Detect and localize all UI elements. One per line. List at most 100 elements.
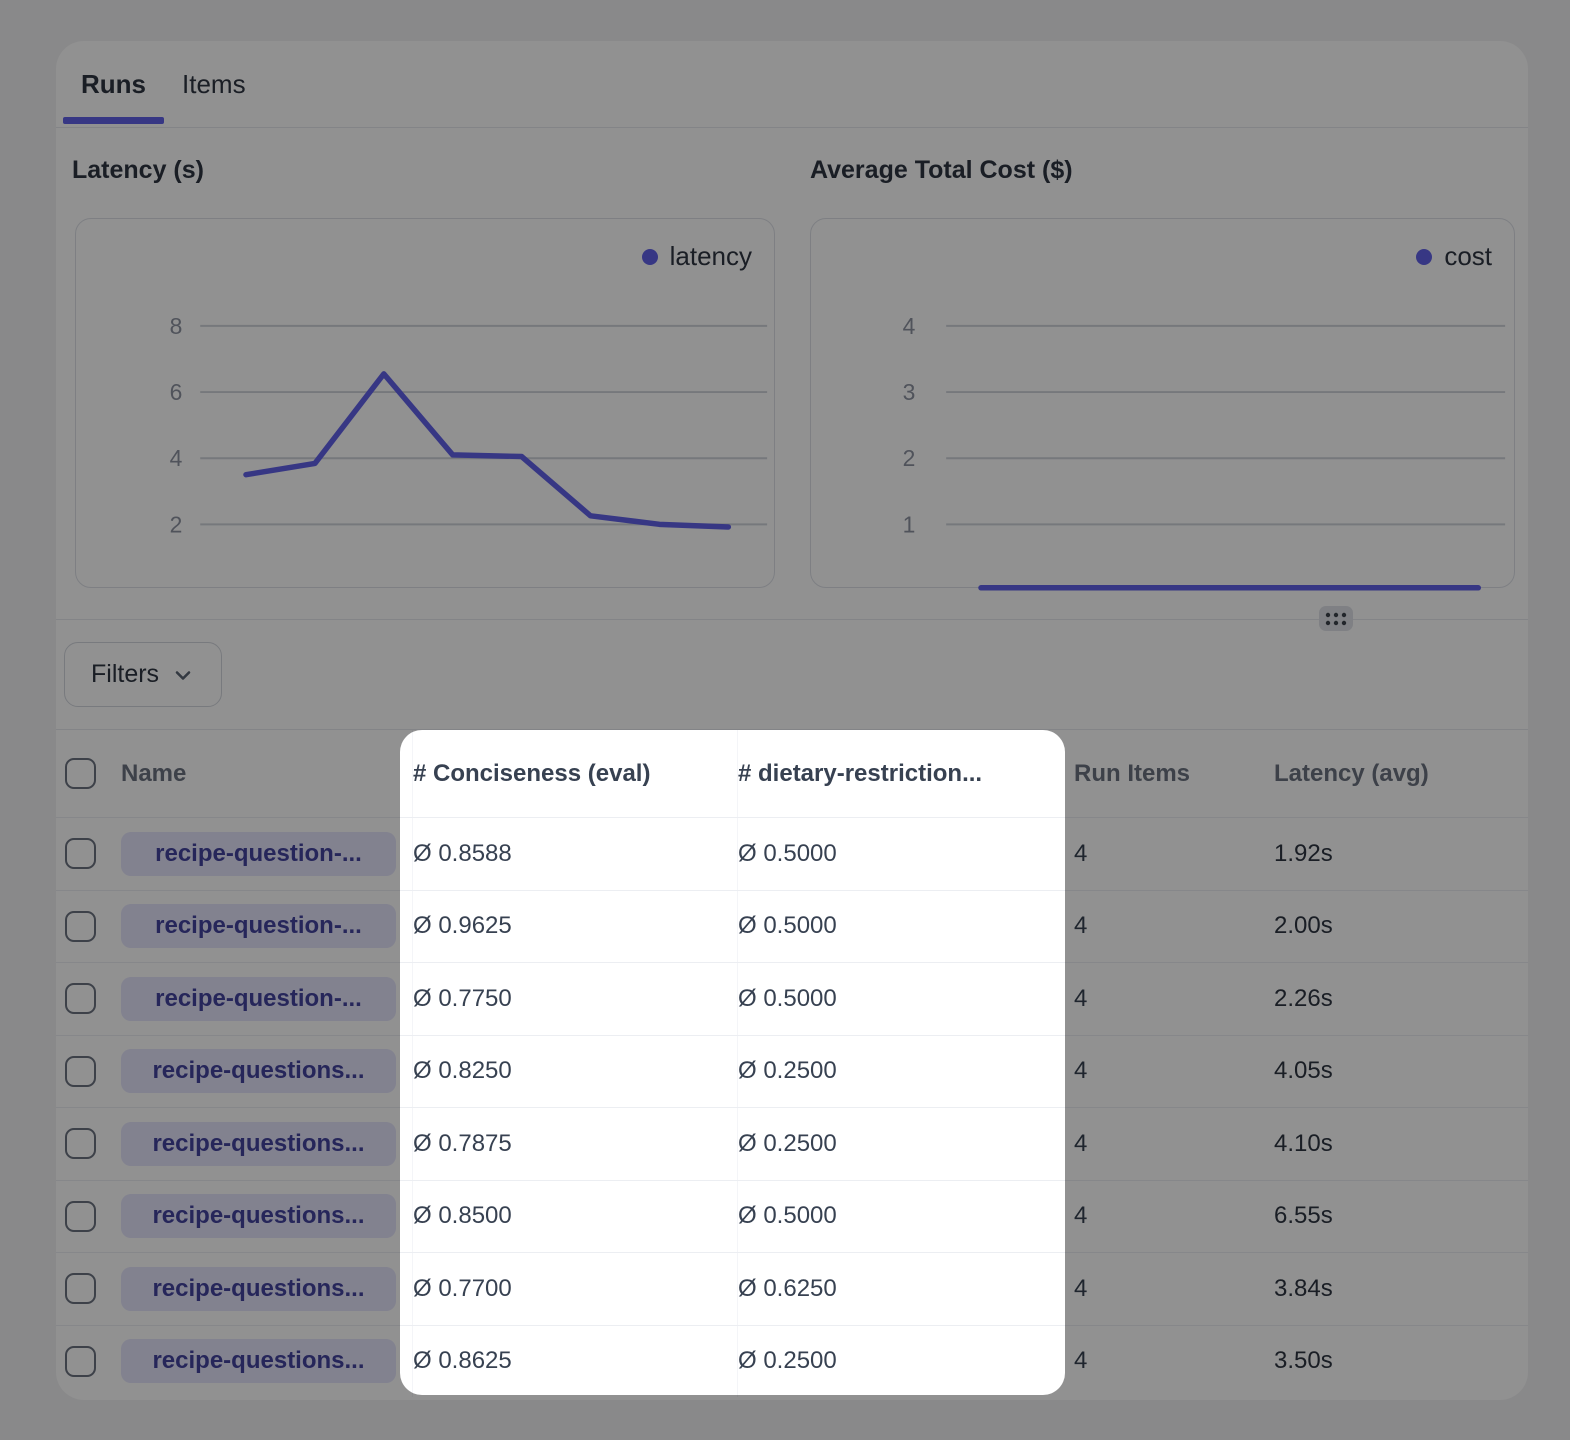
latency-avg-value: 4.05s <box>1274 1036 1528 1108</box>
table-row: recipe-questions...Ø 0.7875Ø 0.250044.10… <box>56 1107 1528 1180</box>
latency-avg-value: 1.92s <box>1274 818 1528 890</box>
tab-runs[interactable]: Runs <box>63 41 164 127</box>
table-row: recipe-questions...Ø 0.7700Ø 0.625043.84… <box>56 1252 1528 1325</box>
row-checkbox-cell <box>56 1036 121 1108</box>
table-row: recipe-questions... Ø 0.8625Ø 0.250043.50… <box>56 1325 1528 1398</box>
tab-items[interactable]: Items <box>164 41 264 127</box>
dietary-restriction-score-value: Ø 0.5000 <box>737 891 1074 963</box>
latency-line-chart: 8642 <box>76 219 774 587</box>
run-name-badge[interactable]: recipe-questions... <box>121 1194 396 1238</box>
svg-text:3: 3 <box>903 379 916 405</box>
row-checkbox[interactable] <box>65 1273 96 1304</box>
conciseness-score-value: Ø 0.7750 <box>412 963 737 1035</box>
latency-avg-value: 3.84s <box>1274 1253 1528 1325</box>
svg-text:1: 1 <box>903 511 916 537</box>
run-name-badge[interactable]: recipe-question-... <box>121 904 396 948</box>
svg-text:6: 6 <box>170 379 183 405</box>
chevron-down-icon <box>171 663 195 687</box>
table-body: recipe-question-...Ø 0.8588Ø 0.500041.92… <box>56 817 1528 1397</box>
row-checkbox[interactable] <box>65 1201 96 1232</box>
run-items-count: 4 <box>1074 1036 1274 1108</box>
dietary-restriction-score-value: Ø 0.5000 <box>737 1181 1074 1253</box>
table-header-row: Name # Conciseness (eval) # dietary-rest… <box>56 730 1528 817</box>
run-name-badge[interactable]: recipe-questions... <box>121 1049 396 1093</box>
tab-runs-label: Runs <box>81 69 146 100</box>
row-checkbox-cell <box>56 891 121 963</box>
row-checkbox-cell <box>56 1326 121 1398</box>
row-checkbox[interactable] <box>65 1128 96 1159</box>
row-checkbox-cell <box>56 818 121 890</box>
conciseness-score-value: Ø 0.8250 <box>412 1036 737 1108</box>
row-checkbox-cell <box>56 1181 121 1253</box>
run-items-count: 4 <box>1074 1326 1274 1398</box>
cost-legend-label: cost <box>1444 241 1492 272</box>
row-checkbox[interactable] <box>65 838 96 869</box>
runs-table: Name # Conciseness (eval) # dietary-rest… <box>56 730 1528 1397</box>
cost-chart-panel: 4 3 2 1 cost <box>810 218 1515 588</box>
run-items-count: 4 <box>1074 1253 1274 1325</box>
run-name-cell: recipe-questions... <box>121 1326 412 1398</box>
conciseness-score-value: Ø 0.8625 <box>412 1326 737 1398</box>
table-row: recipe-questions... Ø 0.8250Ø 0.250044.05… <box>56 1035 1528 1108</box>
tab-items-label: Items <box>182 69 246 100</box>
dietary-restriction-score-value: Ø 0.2500 <box>737 1036 1074 1108</box>
row-checkbox-cell <box>56 963 121 1035</box>
svg-text:2: 2 <box>903 445 916 471</box>
run-name-badge[interactable]: recipe-questions... <box>121 1339 396 1383</box>
conciseness-score-value: Ø 0.9625 <box>412 891 737 963</box>
row-checkbox[interactable] <box>65 911 96 942</box>
run-name-badge[interactable]: recipe-questions... <box>121 1267 396 1311</box>
dietary-restriction-score-value: Ø 0.5000 <box>737 963 1074 1035</box>
cost-chart-title: Average Total Cost ($) <box>810 156 1073 185</box>
active-tab-underline <box>63 117 164 124</box>
run-items-count: 4 <box>1074 891 1274 963</box>
run-name-cell: recipe-question-... <box>121 818 412 890</box>
conciseness-score-value: Ø 0.8588 <box>412 818 737 890</box>
column-header-latency: Latency (avg) <box>1274 730 1528 817</box>
dietary-restriction-score-value: Ø 0.5000 <box>737 818 1074 890</box>
conciseness-score-value: Ø 0.8500 <box>412 1181 737 1253</box>
tab-bar: Runs Items <box>56 41 1528 128</box>
row-checkbox[interactable] <box>65 1346 96 1377</box>
svg-text:4: 4 <box>903 313 916 339</box>
run-name-badge[interactable]: recipe-question-... <box>121 832 396 876</box>
filters-toolbar: Filters <box>56 620 1528 730</box>
run-items-count: 4 <box>1074 818 1274 890</box>
svg-text:4: 4 <box>170 445 183 471</box>
cost-legend-dot-icon <box>1416 249 1432 265</box>
run-name-cell: recipe-questions... <box>121 1253 412 1325</box>
charts-section: Latency (s) Average Total Cost ($) 8642 … <box>56 128 1528 620</box>
grip-dots-icon <box>1324 610 1348 628</box>
filters-button[interactable]: Filters <box>64 642 222 707</box>
latency-legend-dot-icon <box>642 249 658 265</box>
row-checkbox[interactable] <box>65 1056 96 1087</box>
latency-legend: latency <box>642 241 752 272</box>
filters-button-label: Filters <box>91 660 159 689</box>
select-all-checkbox[interactable] <box>65 758 96 789</box>
row-checkbox-cell <box>56 1253 121 1325</box>
dietary-restriction-score-value: Ø 0.6250 <box>737 1253 1074 1325</box>
row-checkbox[interactable] <box>65 983 96 1014</box>
dietary-restriction-score-value: Ø 0.2500 <box>737 1108 1074 1180</box>
run-name-badge[interactable]: recipe-questions... <box>121 1122 396 1166</box>
column-header-name: Name <box>121 730 412 817</box>
run-name-cell: recipe-question-... <box>121 891 412 963</box>
row-checkbox-cell <box>56 1108 121 1180</box>
cost-line-chart: 4 3 2 1 <box>811 219 1514 587</box>
column-header-dietary: # dietary-restriction... <box>737 730 1074 817</box>
run-name-badge[interactable]: recipe-question-... <box>121 977 396 1021</box>
dietary-restriction-score-value: Ø 0.2500 <box>737 1326 1074 1398</box>
latency-avg-value: 3.50s <box>1274 1326 1528 1398</box>
resize-grip-handle[interactable] <box>1319 606 1353 631</box>
table-row: recipe-question-...Ø 0.9625Ø 0.500042.00… <box>56 890 1528 963</box>
latency-avg-value: 4.10s <box>1274 1108 1528 1180</box>
run-name-cell: recipe-questions... <box>121 1108 412 1180</box>
cost-legend: cost <box>1416 241 1492 272</box>
run-name-cell: recipe-question-... <box>121 963 412 1035</box>
run-items-count: 4 <box>1074 1108 1274 1180</box>
table-row: recipe-question-...Ø 0.7750Ø 0.500042.26… <box>56 962 1528 1035</box>
svg-text:2: 2 <box>170 511 183 537</box>
latency-legend-label: latency <box>670 241 752 272</box>
run-items-count: 4 <box>1074 1181 1274 1253</box>
runs-panel-card: Runs Items Latency (s) Average Total Cos… <box>56 41 1528 1400</box>
